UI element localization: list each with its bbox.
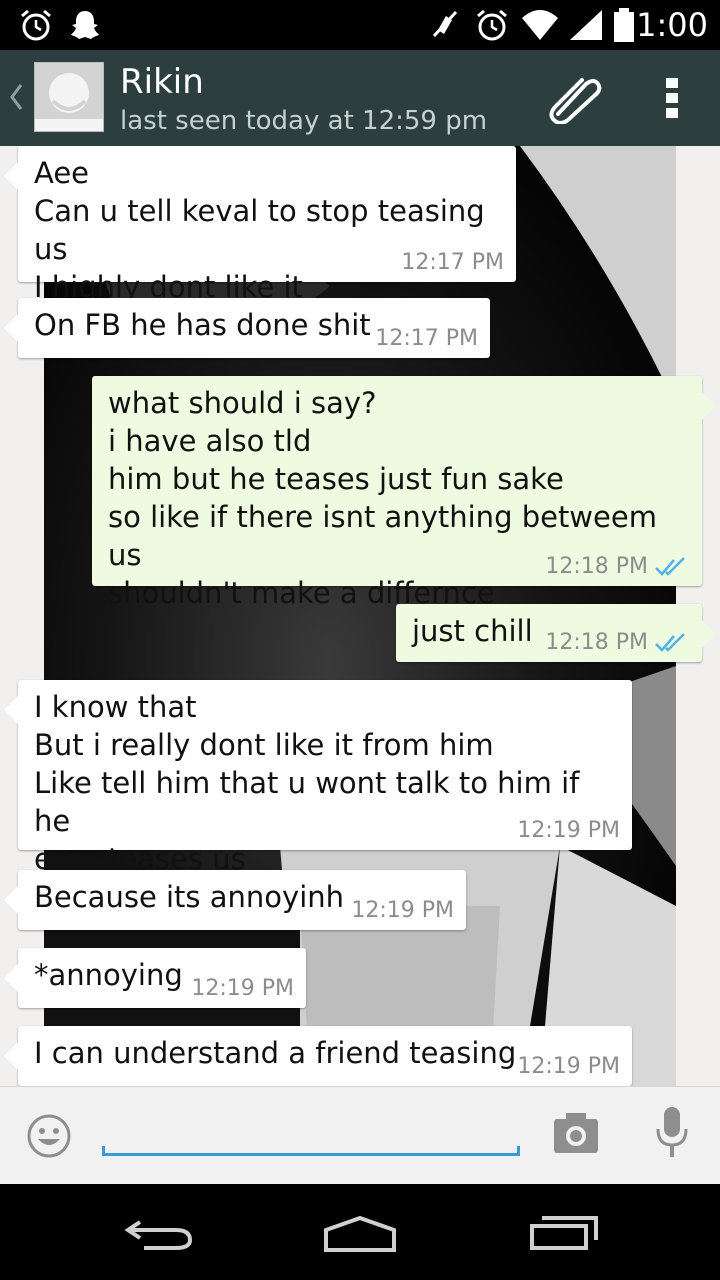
camera-icon[interactable] <box>552 1111 600 1155</box>
last-seen-status: last seen today at 12:59 pm <box>120 106 488 136</box>
alarm-icon <box>477 9 507 41</box>
message-meta: 12:19 PM <box>517 818 620 844</box>
bubble-tail <box>4 314 18 342</box>
nav-home-icon[interactable] <box>322 1214 398 1254</box>
message-text: I can understand a friend teasing <box>34 1036 517 1070</box>
alarm-icon <box>21 9 51 41</box>
message-meta: 12:19 PM <box>517 1054 620 1080</box>
emoji-icon[interactable] <box>26 1113 72 1159</box>
read-receipt-icon <box>655 557 685 576</box>
incoming-message[interactable]: I know that But i really dont like it fr… <box>4 680 632 876</box>
message-time: 12:17 PM <box>375 326 478 351</box>
message-time: 12:17 PM <box>401 250 504 275</box>
snapchat-icon <box>71 11 99 39</box>
bubble-tail <box>4 964 18 992</box>
message-text: Aee Can u tell keval to stop teasing us … <box>34 156 485 304</box>
contact-name[interactable]: Rikin <box>120 62 204 102</box>
message-time: 12:19 PM <box>517 1054 620 1079</box>
bubble-tail <box>4 886 18 914</box>
message-meta: 12:18 PM <box>545 554 690 580</box>
message-time: 12:18 PM <box>545 554 648 579</box>
message-meta: 12:19 PM <box>351 898 454 924</box>
back-icon[interactable] <box>8 82 24 112</box>
avatar-placeholder <box>35 73 103 131</box>
bubble-tail <box>702 392 716 420</box>
battery-icon <box>614 8 634 42</box>
message-time: 12:18 PM <box>545 630 648 655</box>
bubble-tail <box>4 162 18 190</box>
nav-recents-icon[interactable] <box>528 1212 600 1252</box>
message-time: 12:19 PM <box>351 898 454 923</box>
bubble-tail <box>4 1042 18 1070</box>
message-text: I know that But i really dont like it fr… <box>34 690 580 876</box>
message-meta: 12:17 PM <box>375 326 478 352</box>
nav-back-icon[interactable] <box>124 1216 194 1252</box>
wifi-icon <box>522 10 558 40</box>
message-meta: 12:17 PM <box>401 250 504 276</box>
message-time: 12:19 PM <box>191 976 294 1001</box>
outgoing-message[interactable]: what should i say? i have also tld him b… <box>92 376 716 610</box>
conversation-header: Rikin last seen today at 12:59 pm <box>0 50 720 146</box>
outgoing-message[interactable]: just chill 12:18 PM <box>396 604 716 662</box>
signal-icon <box>570 10 602 40</box>
message-text: Because its annoyinh <box>34 880 345 914</box>
message-text: just chill <box>412 614 533 648</box>
message-list[interactable]: Aee Can u tell keval to stop teasing us … <box>0 146 720 1086</box>
bubble-tail <box>702 620 716 648</box>
mic-icon[interactable] <box>654 1105 690 1161</box>
attach-icon[interactable] <box>548 72 604 124</box>
mute-icon <box>432 10 458 38</box>
read-receipt-icon <box>655 633 685 652</box>
message-time: 12:19 PM <box>517 818 620 843</box>
message-meta: 12:19 PM <box>191 976 294 1002</box>
overflow-menu-icon[interactable] <box>664 76 680 120</box>
status-bar: 1:00 <box>0 0 720 50</box>
avatar[interactable] <box>34 62 104 132</box>
navigation-bar <box>0 1184 720 1280</box>
bubble-tail <box>4 696 18 724</box>
incoming-message[interactable]: *annoying 12:19 PM <box>4 948 306 1008</box>
incoming-message[interactable]: On FB he has done shit 12:17 PM <box>4 298 490 358</box>
message-meta: 12:18 PM <box>545 630 690 656</box>
message-text: On FB he has done shit <box>34 308 371 342</box>
incoming-message[interactable]: I can understand a friend teasing 12:19 P… <box>4 1026 632 1086</box>
status-bar-time: 1:00 <box>636 6 708 44</box>
incoming-message[interactable]: Aee Can u tell keval to stop teasing us … <box>4 146 516 304</box>
incoming-message[interactable]: Because its annoyinh 12:19 PM <box>4 870 466 930</box>
message-text: *annoying <box>34 958 183 992</box>
message-input[interactable] <box>102 1111 524 1157</box>
message-input-underline <box>102 1146 520 1156</box>
compose-bar <box>0 1086 720 1185</box>
